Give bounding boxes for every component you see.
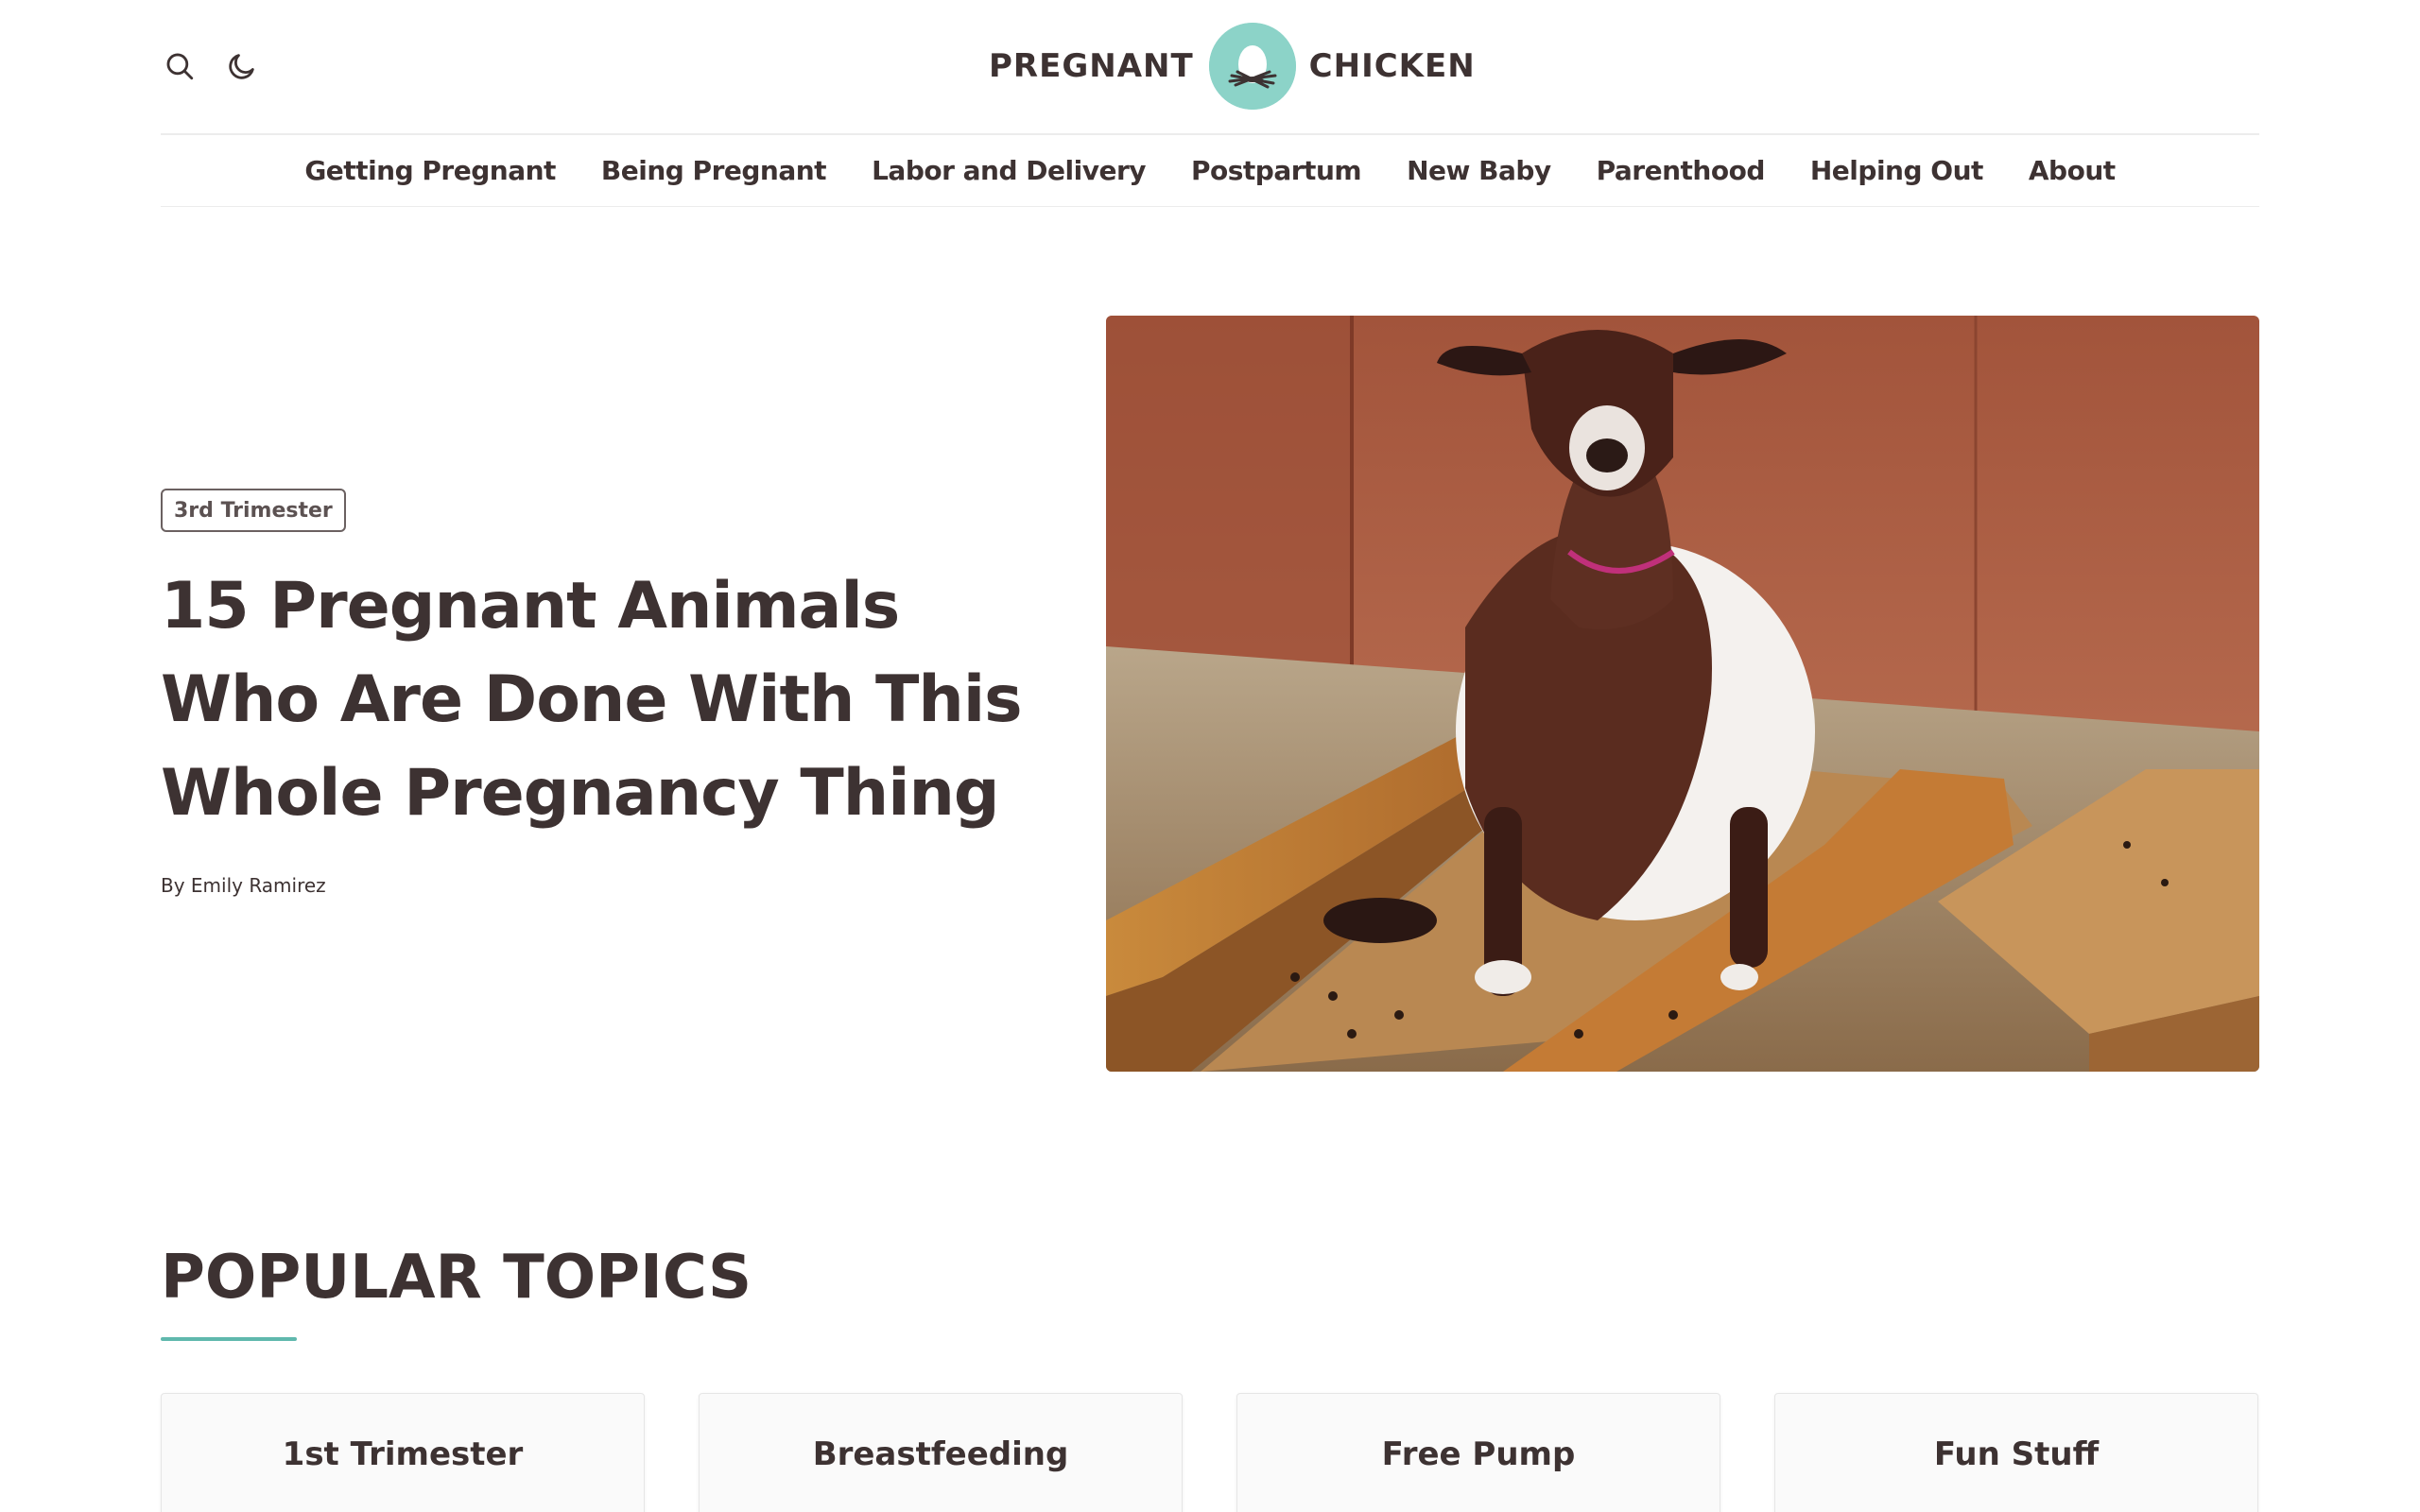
nav-item-new-baby[interactable]: New Baby <box>1384 155 1574 186</box>
article-title[interactable]: 15 Pregnant Animals Who Are Done With Th… <box>161 559 1059 840</box>
nav-item-parenthood[interactable]: Parenthood <box>1574 155 1788 186</box>
topic-label: 1st Trimester <box>282 1435 524 1473</box>
topic-label: Fun Stuff <box>1933 1435 2100 1473</box>
nav-item-being-pregnant[interactable]: Being Pregnant <box>579 155 849 186</box>
topic-label: Free Pump <box>1381 1435 1576 1473</box>
topic-card-fun-stuff[interactable]: Fun Stuff <box>1774 1393 2258 1512</box>
topic-card-free-pump[interactable]: Free Pump <box>1236 1393 1720 1512</box>
topic-card-1st-trimester[interactable]: 1st Trimester <box>161 1393 645 1512</box>
site-header: PREGNANT CHICKEN Getting Pregnant Being … <box>161 0 2259 207</box>
logo-word-right: CHICKEN <box>1308 47 1476 85</box>
topic-card-breastfeeding[interactable]: Breastfeeding <box>699 1393 1183 1512</box>
article-byline: By Emily Ramirez <box>161 874 326 897</box>
moon-icon[interactable] <box>223 47 261 85</box>
nav-item-helping-out[interactable]: Helping Out <box>1788 155 2006 186</box>
section-underline <box>161 1337 297 1341</box>
category-badge[interactable]: 3rd Trimester <box>161 489 346 532</box>
nav-item-about[interactable]: About <box>2006 155 2138 186</box>
nav-item-labor-and-delivery[interactable]: Labor and Delivery <box>849 155 1168 186</box>
main-nav: Getting Pregnant Being Pregnant Labor an… <box>161 135 2259 207</box>
popular-topics-title: POPULAR TOPICS <box>161 1243 752 1313</box>
search-icon[interactable] <box>161 47 199 85</box>
topic-label: Breastfeeding <box>812 1435 1069 1473</box>
nav-item-postpartum[interactable]: Postpartum <box>1168 155 1384 186</box>
hero-image-pregnant-goat[interactable] <box>1106 316 2259 1072</box>
logo-word-left: PREGNANT <box>989 47 1194 85</box>
header-top-bar: PREGNANT CHICKEN <box>161 0 2259 134</box>
nav-item-getting-pregnant[interactable]: Getting Pregnant <box>282 155 579 186</box>
site-logo[interactable]: PREGNANT CHICKEN <box>989 21 1476 112</box>
chicken-egg-logo-icon <box>1208 23 1296 110</box>
